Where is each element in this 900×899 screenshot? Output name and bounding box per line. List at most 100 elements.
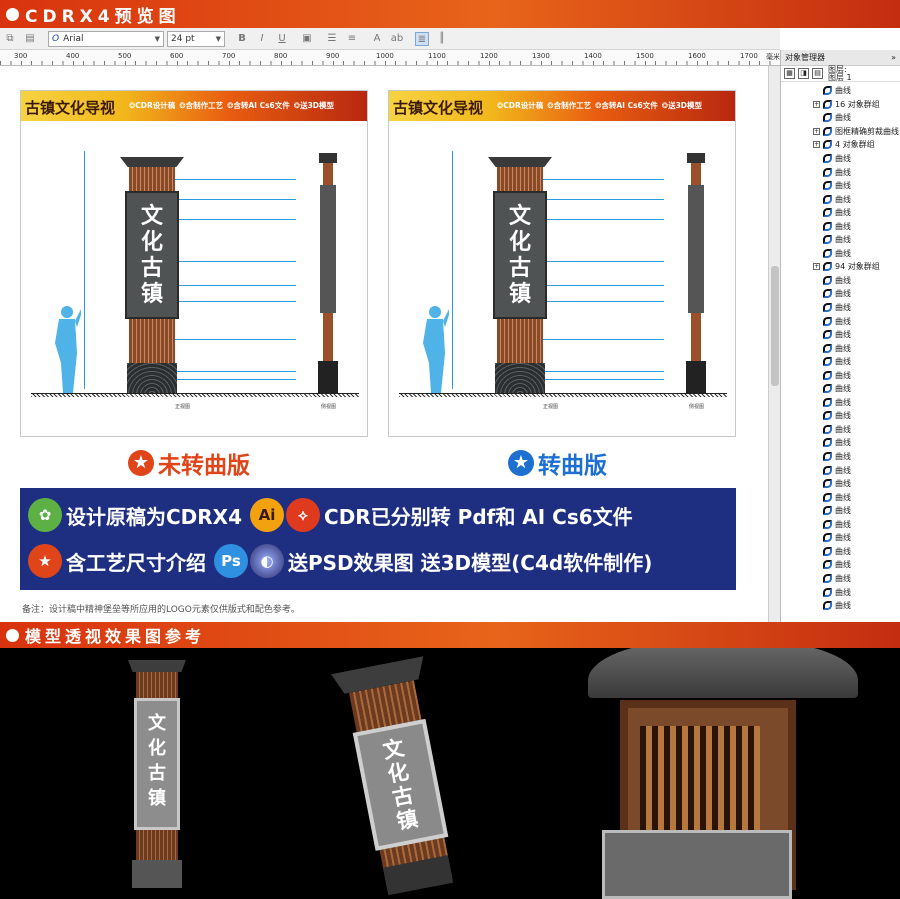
- tree-item[interactable]: 曲线: [781, 152, 900, 166]
- underline-icon[interactable]: U: [275, 32, 289, 46]
- tree-item[interactable]: 曲线: [781, 84, 900, 98]
- scrollbar-thumb[interactable]: [771, 266, 779, 386]
- tree-item[interactable]: 曲线: [781, 179, 900, 193]
- edit-text-icon[interactable]: ab: [390, 32, 404, 46]
- tree-item-label: 曲线: [835, 533, 851, 543]
- layer-lock-icon[interactable]: ▤: [812, 68, 823, 79]
- ruler-mark: 1500: [636, 52, 654, 60]
- tree-item[interactable]: 曲线: [781, 206, 900, 220]
- version-label-left: ★ 未转曲版: [128, 446, 250, 480]
- vertical-text-icon[interactable]: ║: [435, 32, 449, 46]
- tree-item[interactable]: 曲线: [781, 477, 900, 491]
- tree-item[interactable]: 曲线: [781, 545, 900, 559]
- board-tag: ❂送3D模型: [293, 101, 335, 110]
- side-top: [687, 153, 705, 163]
- tree-item[interactable]: 曲线: [781, 463, 900, 477]
- tree-item-label: 曲线: [835, 370, 851, 380]
- tree-item[interactable]: 曲线: [781, 558, 900, 572]
- tree-item-label: 曲线: [835, 154, 851, 163]
- expand-icon[interactable]: »: [891, 53, 896, 62]
- design-board[interactable]: 古镇文化导视 ❂CDR设计稿 ❂含制作工艺 ❂含转AI Cs6文件 ❂送3D模型: [20, 90, 368, 437]
- object-tree: 曲线 +16 对象群组 曲线 + 图框精确剪裁曲线 +4 对象群组 曲线 曲线 曲线 曲线 曲线 曲线…: [781, 84, 900, 612]
- tree-item[interactable]: 曲线: [781, 192, 900, 206]
- tree-item-label: 曲线: [835, 397, 851, 407]
- vertical-scrollbar[interactable]: [768, 66, 780, 622]
- layer-icon[interactable]: ▦: [784, 68, 795, 79]
- horizontal-text-icon[interactable]: ≣: [415, 31, 429, 46]
- dropcap-icon[interactable]: ≡: [345, 32, 359, 46]
- tree-item[interactable]: 曲线: [781, 219, 900, 233]
- render-sign-closeup: [578, 648, 878, 899]
- tree-item[interactable]: 曲线: [781, 531, 900, 545]
- tree-item[interactable]: 曲线: [781, 504, 900, 518]
- ruler-mark: 1200: [480, 52, 498, 60]
- bold-icon[interactable]: B: [235, 32, 249, 46]
- bullet-list-icon[interactable]: ☰: [325, 32, 339, 46]
- font-size-select[interactable]: 24 pt ▼: [167, 30, 225, 47]
- tree-item-label: 图框精确剪裁曲线: [835, 126, 899, 136]
- tree-item[interactable]: 曲线: [781, 423, 900, 437]
- italic-icon[interactable]: I: [255, 32, 269, 46]
- curve-icon: [823, 384, 832, 394]
- tree-item[interactable]: 曲线: [781, 409, 900, 423]
- copy-icon[interactable]: ⧉: [3, 32, 17, 46]
- tree-item[interactable]: 曲线: [781, 314, 900, 328]
- tree-item[interactable]: 曲线: [781, 341, 900, 355]
- banner-row-2: ★ 含工艺尺寸介绍 Ps ◐ 送PSD效果图 送3D模型(C4d软件制作): [28, 544, 652, 578]
- font-select[interactable]: O Arial ▼: [48, 30, 164, 47]
- tree-group[interactable]: +4 对象群组: [781, 138, 900, 152]
- tree-item[interactable]: 曲线: [781, 165, 900, 179]
- tree-item[interactable]: 曲线: [781, 368, 900, 382]
- expand-toggle-icon[interactable]: +: [813, 141, 820, 149]
- tree-item-label: 曲线: [835, 411, 851, 421]
- tree-item[interactable]: 曲线: [781, 247, 900, 261]
- tree-item[interactable]: 曲线: [781, 287, 900, 301]
- board-tags: ❂CDR设计稿 ❂含制作工艺 ❂含转AI Cs6文件 ❂送3D模型: [497, 100, 702, 111]
- tree-item[interactable]: 曲线: [781, 382, 900, 396]
- tree-item[interactable]: 曲线: [781, 599, 900, 613]
- tree-item-label: 曲线: [835, 221, 851, 231]
- tree-item[interactable]: 曲线: [781, 355, 900, 369]
- tree-item[interactable]: 曲线: [781, 396, 900, 410]
- tree-item[interactable]: 曲线: [781, 585, 900, 599]
- tree-item[interactable]: 曲线: [781, 490, 900, 504]
- tree-item-label: 曲线: [835, 384, 851, 394]
- footnote: 备注：设计稿中精神堡垒等所应用的LOGO元素仅供版式和配色参考。: [22, 605, 300, 615]
- tree-item-label: 曲线: [835, 208, 851, 218]
- tree-item-label: 曲线: [835, 316, 851, 326]
- side-base: [318, 361, 338, 395]
- layer-view-icon[interactable]: ◨: [798, 68, 809, 79]
- tree-item[interactable]: 曲线: [781, 301, 900, 315]
- expand-toggle-icon[interactable]: +: [813, 263, 820, 271]
- align-icon[interactable]: ▣: [300, 32, 314, 46]
- tree-item[interactable]: 曲线: [781, 111, 900, 125]
- paste-icon[interactable]: ▤: [23, 32, 37, 46]
- board-tag: ❂含转AI Cs6文件: [227, 101, 290, 110]
- curve-icon: [823, 248, 832, 258]
- char-format-icon[interactable]: A: [370, 32, 384, 46]
- expand-toggle-icon[interactable]: +: [813, 100, 820, 108]
- curve-icon: [823, 113, 832, 123]
- front-caption: 正视图: [175, 404, 191, 410]
- tree-item[interactable]: 曲线: [781, 274, 900, 288]
- curve-icon: [823, 154, 832, 163]
- drawing-canvas[interactable]: 古镇文化导视 ❂CDR设计稿 ❂含制作工艺 ❂含转AI Cs6文件 ❂送3D模型: [0, 66, 768, 622]
- tree-item[interactable]: 曲线: [781, 233, 900, 247]
- panel-title: 对象管理器: [785, 53, 825, 62]
- ruler-ticks: [0, 61, 780, 65]
- design-board[interactable]: 古镇文化导视 ❂CDR设计稿 ❂含制作工艺 ❂含转AI Cs6文件 ❂送3D模型: [388, 90, 736, 437]
- layer-name: 图层 1: [828, 72, 852, 82]
- expand-toggle-icon[interactable]: +: [813, 127, 820, 135]
- bullet-icon: [6, 628, 19, 642]
- tree-item[interactable]: 曲线: [781, 450, 900, 464]
- tree-item[interactable]: 曲线: [781, 572, 900, 586]
- tree-item[interactable]: 曲线: [781, 436, 900, 450]
- tree-item-label: 曲线: [835, 601, 851, 611]
- tree-group[interactable]: + 图框精确剪裁曲线: [781, 125, 900, 139]
- group-icon: [823, 126, 832, 136]
- tree-group[interactable]: +94 对象群组: [781, 260, 900, 274]
- tree-item[interactable]: 曲线: [781, 328, 900, 342]
- tree-item[interactable]: 曲线: [781, 518, 900, 532]
- star-icon: ★: [28, 544, 62, 578]
- tree-group[interactable]: +16 对象群组: [781, 98, 900, 112]
